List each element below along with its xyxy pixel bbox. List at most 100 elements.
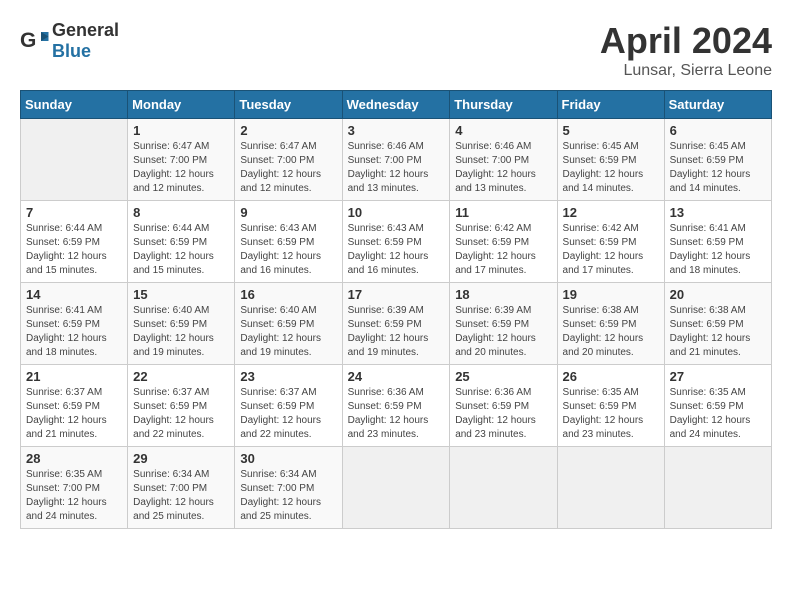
calendar-week-row: 7 Sunrise: 6:44 AM Sunset: 6:59 PM Dayli… (21, 201, 772, 283)
calendar-cell: 9 Sunrise: 6:43 AM Sunset: 6:59 PM Dayli… (235, 201, 342, 283)
calendar-cell: 30 Sunrise: 6:34 AM Sunset: 7:00 PM Dayl… (235, 447, 342, 529)
calendar-cell: 23 Sunrise: 6:37 AM Sunset: 6:59 PM Dayl… (235, 365, 342, 447)
day-number: 12 (563, 205, 659, 220)
calendar-cell: 14 Sunrise: 6:41 AM Sunset: 6:59 PM Dayl… (21, 283, 128, 365)
day-number: 19 (563, 287, 659, 302)
calendar-cell: 5 Sunrise: 6:45 AM Sunset: 6:59 PM Dayli… (557, 119, 664, 201)
day-info: Sunrise: 6:43 AM Sunset: 6:59 PM Dayligh… (348, 223, 429, 276)
day-info: Sunrise: 6:44 AM Sunset: 6:59 PM Dayligh… (26, 223, 107, 276)
day-number: 27 (670, 369, 766, 384)
calendar-cell: 29 Sunrise: 6:34 AM Sunset: 7:00 PM Dayl… (128, 447, 235, 529)
day-info: Sunrise: 6:41 AM Sunset: 6:59 PM Dayligh… (26, 305, 107, 358)
day-info: Sunrise: 6:43 AM Sunset: 6:59 PM Dayligh… (240, 223, 321, 276)
day-number: 21 (26, 369, 122, 384)
calendar-week-row: 21 Sunrise: 6:37 AM Sunset: 6:59 PM Dayl… (21, 365, 772, 447)
day-info: Sunrise: 6:37 AM Sunset: 6:59 PM Dayligh… (133, 387, 214, 440)
day-info: Sunrise: 6:39 AM Sunset: 6:59 PM Dayligh… (348, 305, 429, 358)
calendar-week-row: 14 Sunrise: 6:41 AM Sunset: 6:59 PM Dayl… (21, 283, 772, 365)
day-number: 29 (133, 451, 229, 466)
logo-icon: G (20, 26, 50, 56)
column-header-sunday: Sunday (21, 91, 128, 119)
day-number: 20 (670, 287, 766, 302)
day-number: 10 (348, 205, 445, 220)
day-info: Sunrise: 6:37 AM Sunset: 6:59 PM Dayligh… (240, 387, 321, 440)
day-info: Sunrise: 6:38 AM Sunset: 6:59 PM Dayligh… (563, 305, 644, 358)
calendar-header-row: SundayMondayTuesdayWednesdayThursdayFrid… (21, 91, 772, 119)
calendar-cell: 25 Sunrise: 6:36 AM Sunset: 6:59 PM Dayl… (450, 365, 557, 447)
day-info: Sunrise: 6:47 AM Sunset: 7:00 PM Dayligh… (133, 141, 214, 194)
day-info: Sunrise: 6:37 AM Sunset: 6:59 PM Dayligh… (26, 387, 107, 440)
day-number: 6 (670, 123, 766, 138)
calendar-cell: 24 Sunrise: 6:36 AM Sunset: 6:59 PM Dayl… (342, 365, 450, 447)
day-number: 30 (240, 451, 336, 466)
day-info: Sunrise: 6:41 AM Sunset: 6:59 PM Dayligh… (670, 223, 751, 276)
day-info: Sunrise: 6:45 AM Sunset: 6:59 PM Dayligh… (670, 141, 751, 194)
calendar-cell: 28 Sunrise: 6:35 AM Sunset: 7:00 PM Dayl… (21, 447, 128, 529)
calendar-cell: 19 Sunrise: 6:38 AM Sunset: 6:59 PM Dayl… (557, 283, 664, 365)
calendar-cell: 1 Sunrise: 6:47 AM Sunset: 7:00 PM Dayli… (128, 119, 235, 201)
day-number: 4 (455, 123, 551, 138)
day-number: 25 (455, 369, 551, 384)
calendar-cell (450, 447, 557, 529)
day-info: Sunrise: 6:35 AM Sunset: 6:59 PM Dayligh… (670, 387, 751, 440)
title-area: April 2024 Lunsar, Sierra Leone (600, 20, 772, 80)
day-info: Sunrise: 6:35 AM Sunset: 6:59 PM Dayligh… (563, 387, 644, 440)
calendar-cell: 3 Sunrise: 6:46 AM Sunset: 7:00 PM Dayli… (342, 119, 450, 201)
month-title: April 2024 (600, 20, 772, 62)
day-number: 15 (133, 287, 229, 302)
calendar-cell (664, 447, 771, 529)
day-number: 14 (26, 287, 122, 302)
day-info: Sunrise: 6:44 AM Sunset: 6:59 PM Dayligh… (133, 223, 214, 276)
calendar-cell: 13 Sunrise: 6:41 AM Sunset: 6:59 PM Dayl… (664, 201, 771, 283)
day-info: Sunrise: 6:46 AM Sunset: 7:00 PM Dayligh… (455, 141, 536, 194)
day-info: Sunrise: 6:46 AM Sunset: 7:00 PM Dayligh… (348, 141, 429, 194)
svg-text:G: G (20, 29, 36, 52)
calendar-week-row: 1 Sunrise: 6:47 AM Sunset: 7:00 PM Dayli… (21, 119, 772, 201)
day-info: Sunrise: 6:38 AM Sunset: 6:59 PM Dayligh… (670, 305, 751, 358)
calendar-cell (557, 447, 664, 529)
day-number: 28 (26, 451, 122, 466)
column-header-saturday: Saturday (664, 91, 771, 119)
day-number: 13 (670, 205, 766, 220)
day-info: Sunrise: 6:36 AM Sunset: 6:59 PM Dayligh… (455, 387, 536, 440)
day-number: 5 (563, 123, 659, 138)
calendar-cell: 18 Sunrise: 6:39 AM Sunset: 6:59 PM Dayl… (450, 283, 557, 365)
calendar-cell: 22 Sunrise: 6:37 AM Sunset: 6:59 PM Dayl… (128, 365, 235, 447)
calendar-cell (21, 119, 128, 201)
day-info: Sunrise: 6:42 AM Sunset: 6:59 PM Dayligh… (563, 223, 644, 276)
day-number: 16 (240, 287, 336, 302)
calendar-cell: 26 Sunrise: 6:35 AM Sunset: 6:59 PM Dayl… (557, 365, 664, 447)
day-info: Sunrise: 6:40 AM Sunset: 6:59 PM Dayligh… (240, 305, 321, 358)
column-header-monday: Monday (128, 91, 235, 119)
day-info: Sunrise: 6:47 AM Sunset: 7:00 PM Dayligh… (240, 141, 321, 194)
calendar-cell: 20 Sunrise: 6:38 AM Sunset: 6:59 PM Dayl… (664, 283, 771, 365)
day-info: Sunrise: 6:36 AM Sunset: 6:59 PM Dayligh… (348, 387, 429, 440)
day-number: 8 (133, 205, 229, 220)
calendar-cell: 8 Sunrise: 6:44 AM Sunset: 6:59 PM Dayli… (128, 201, 235, 283)
day-number: 24 (348, 369, 445, 384)
column-header-friday: Friday (557, 91, 664, 119)
day-number: 26 (563, 369, 659, 384)
calendar-cell: 2 Sunrise: 6:47 AM Sunset: 7:00 PM Dayli… (235, 119, 342, 201)
day-number: 17 (348, 287, 445, 302)
logo-general: General (52, 20, 119, 40)
calendar-cell: 15 Sunrise: 6:40 AM Sunset: 6:59 PM Dayl… (128, 283, 235, 365)
calendar-cell: 7 Sunrise: 6:44 AM Sunset: 6:59 PM Dayli… (21, 201, 128, 283)
day-number: 18 (455, 287, 551, 302)
day-info: Sunrise: 6:34 AM Sunset: 7:00 PM Dayligh… (133, 469, 214, 522)
day-number: 22 (133, 369, 229, 384)
calendar-cell: 6 Sunrise: 6:45 AM Sunset: 6:59 PM Dayli… (664, 119, 771, 201)
day-info: Sunrise: 6:45 AM Sunset: 6:59 PM Dayligh… (563, 141, 644, 194)
day-info: Sunrise: 6:34 AM Sunset: 7:00 PM Dayligh… (240, 469, 321, 522)
calendar-cell: 27 Sunrise: 6:35 AM Sunset: 6:59 PM Dayl… (664, 365, 771, 447)
day-info: Sunrise: 6:39 AM Sunset: 6:59 PM Dayligh… (455, 305, 536, 358)
day-info: Sunrise: 6:42 AM Sunset: 6:59 PM Dayligh… (455, 223, 536, 276)
day-info: Sunrise: 6:40 AM Sunset: 6:59 PM Dayligh… (133, 305, 214, 358)
calendar-cell: 16 Sunrise: 6:40 AM Sunset: 6:59 PM Dayl… (235, 283, 342, 365)
calendar-cell: 21 Sunrise: 6:37 AM Sunset: 6:59 PM Dayl… (21, 365, 128, 447)
calendar-cell (342, 447, 450, 529)
column-header-tuesday: Tuesday (235, 91, 342, 119)
calendar-cell: 12 Sunrise: 6:42 AM Sunset: 6:59 PM Dayl… (557, 201, 664, 283)
day-number: 11 (455, 205, 551, 220)
logo: G General Blue (20, 20, 119, 62)
